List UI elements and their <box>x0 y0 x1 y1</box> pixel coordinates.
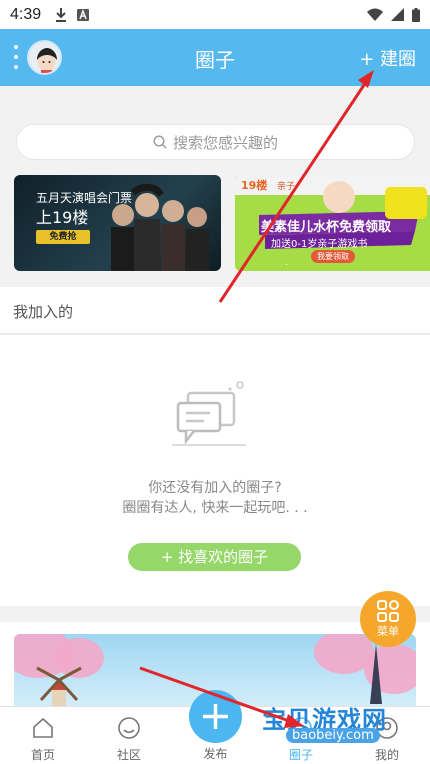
chat-icon <box>118 717 140 739</box>
watermark-url: baobeiy.com <box>286 728 380 743</box>
tab-community[interactable]: 社区 <box>86 707 172 764</box>
home-icon <box>33 717 53 738</box>
banner-promo-cta[interactable]: 我要领取 <box>311 250 355 263</box>
status-bar: 4:39 <box>0 0 430 29</box>
tower-icon <box>370 644 382 704</box>
find-circles-button[interactable]: + 找喜欢的圈子 <box>128 543 301 571</box>
app-a-icon <box>77 8 90 21</box>
publish-button[interactable] <box>189 690 242 743</box>
app-header: 圈子 + 建圈 <box>0 29 430 86</box>
banner-concert[interactable]: 五月天演唱会门票 上19楼 免费抢 <box>14 175 221 271</box>
status-notifications <box>55 7 90 22</box>
download-icon <box>56 7 67 22</box>
status-time: 4:39 <box>10 5 42 23</box>
banner-concert-cta[interactable]: 免费抢 <box>36 230 90 244</box>
status-system-icons <box>367 7 420 22</box>
empty-chat-icon <box>172 381 246 446</box>
svg-text:.: . <box>285 258 288 268</box>
search-icon <box>153 135 167 149</box>
tab-home[interactable]: 首页 <box>0 707 86 764</box>
signal-icon <box>391 8 404 21</box>
grid-icon <box>377 600 399 622</box>
banner-promo-headline: 美素佳儿水杯免费领取 <box>261 220 392 235</box>
empty-state-line2: 圈圈有达人, 快来一起玩吧. . . <box>122 500 308 516</box>
battery-icon <box>412 7 420 22</box>
banner-carousel: 五月天演唱会门票 上19楼 免费抢 19楼 亲子 . 美素佳儿水杯免费领取 加送… <box>14 175 430 271</box>
tab-publish-label: 发布 <box>203 747 228 761</box>
empty-state-line1: 你还没有加入的圈子? <box>148 480 282 496</box>
search-placeholder: 搜索您感兴趣的 <box>172 133 278 152</box>
banner-promo-sub: 加送0-1岁亲子游戏书 <box>271 239 368 250</box>
menu-fab[interactable]: 菜单 <box>360 591 416 647</box>
band-photo <box>111 183 209 271</box>
search-input[interactable]: 搜索您感兴趣的 <box>16 124 415 160</box>
tab-community-label: 社区 <box>116 748 141 762</box>
joined-empty-state: 你还没有加入的圈子? 圈圈有达人, 快来一起玩吧. . . + 找喜欢的圈子 <box>0 335 430 606</box>
banner-concert-line2: 上19楼 <box>36 208 89 227</box>
svg-text:亲子: 亲子 <box>277 180 295 192</box>
plus-icon <box>203 704 228 729</box>
menu-fab-label: 菜单 <box>377 625 399 638</box>
joined-section-label: 我加入的 <box>13 303 74 321</box>
banner-promo[interactable]: 19楼 亲子 . 美素佳儿水杯免费领取 加送0-1岁亲子游戏书 我要领取 <box>235 175 430 271</box>
create-circle-button[interactable]: + 建圈 <box>359 45 416 71</box>
tab-home-label: 首页 <box>30 748 55 762</box>
wifi-icon <box>367 8 383 21</box>
svg-text:19楼: 19楼 <box>241 178 267 192</box>
joined-section-header: 我加入的 <box>0 287 430 334</box>
watermark: 宝贝游戏网 baobeiy.com <box>262 700 418 760</box>
